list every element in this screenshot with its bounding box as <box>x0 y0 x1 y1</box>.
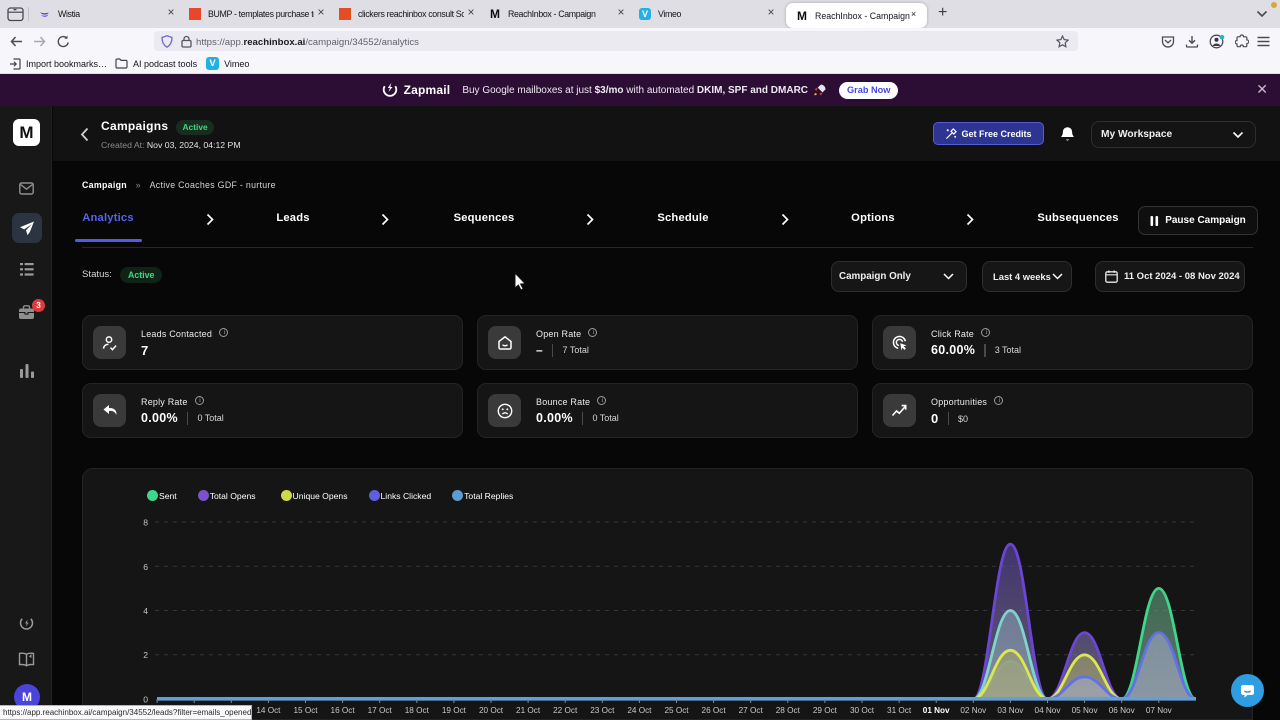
svg-text:8: 8 <box>143 518 148 528</box>
svg-text:20 Oct: 20 Oct <box>479 706 504 715</box>
svg-text:21 Oct: 21 Oct <box>516 706 541 715</box>
svg-text:15 Oct: 15 Oct <box>293 706 318 715</box>
svg-text:17 Oct: 17 Oct <box>368 706 393 715</box>
svg-text:04 Nov: 04 Nov <box>1035 706 1062 715</box>
svg-text:16 Oct: 16 Oct <box>331 706 356 715</box>
svg-text:06 Nov: 06 Nov <box>1109 706 1136 715</box>
svg-text:05 Nov: 05 Nov <box>1072 706 1099 715</box>
svg-text:02 Nov: 02 Nov <box>960 706 987 715</box>
svg-text:2: 2 <box>143 650 148 660</box>
svg-text:30 Oct: 30 Oct <box>850 706 875 715</box>
svg-text:27 Oct: 27 Oct <box>739 706 764 715</box>
svg-text:07 Nov: 07 Nov <box>1146 706 1173 715</box>
svg-text:31 Oct: 31 Oct <box>887 706 912 715</box>
svg-text:14 Oct: 14 Oct <box>256 706 281 715</box>
svg-text:0: 0 <box>143 695 148 705</box>
svg-text:22 Oct: 22 Oct <box>553 706 578 715</box>
svg-text:24 Oct: 24 Oct <box>627 706 652 715</box>
svg-text:18 Oct: 18 Oct <box>405 706 430 715</box>
svg-text:28 Oct: 28 Oct <box>776 706 801 715</box>
svg-text:6: 6 <box>143 562 148 572</box>
svg-text:03 Nov: 03 Nov <box>997 706 1024 715</box>
svg-text:23 Oct: 23 Oct <box>590 706 615 715</box>
svg-text:19 Oct: 19 Oct <box>442 706 467 715</box>
svg-text:25 Oct: 25 Oct <box>664 706 689 715</box>
svg-text:01 Nov: 01 Nov <box>923 706 950 715</box>
svg-text:29 Oct: 29 Oct <box>813 706 838 715</box>
svg-text:26 Oct: 26 Oct <box>702 706 727 715</box>
svg-text:4: 4 <box>143 606 148 616</box>
